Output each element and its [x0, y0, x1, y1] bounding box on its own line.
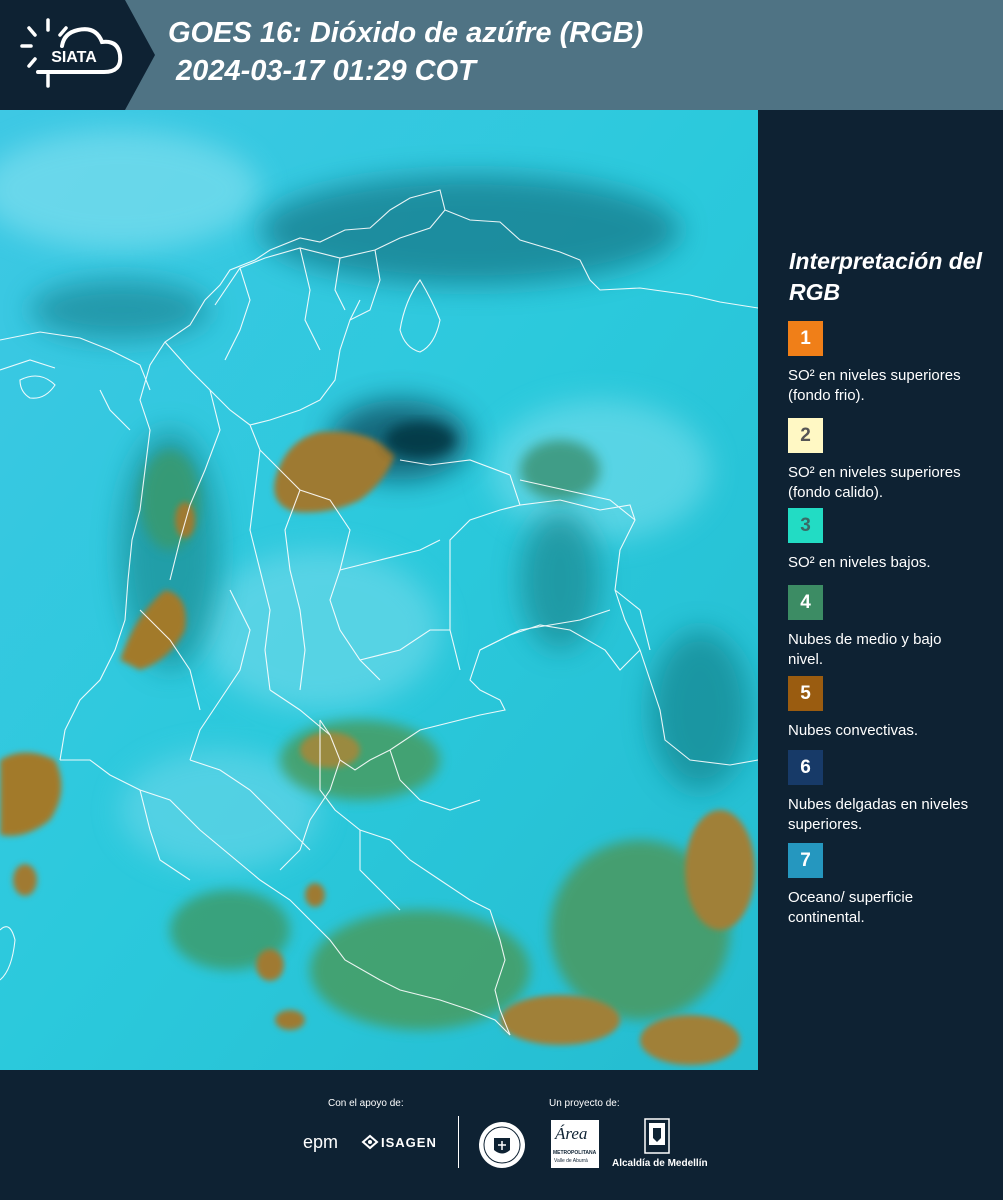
legend-item-5: 5 Nubes convectivas.	[788, 676, 988, 741]
support-label: Con el apoyo de:	[328, 1098, 404, 1109]
project-label: Un proyecto de:	[549, 1098, 620, 1109]
satellite-map	[0, 110, 758, 1070]
siata-logo-text: SIATA	[51, 49, 97, 66]
legend-swatch-7: 7	[788, 843, 823, 878]
alcaldia-shield-icon	[644, 1118, 670, 1159]
area-logo-text: Área	[555, 1124, 588, 1143]
legend-label-1: SO² en niveles superiores (fondo frio).	[788, 367, 961, 404]
siata-logo: SIATA	[0, 0, 155, 110]
alcaldia-label: Alcaldía de Medellín	[612, 1158, 708, 1169]
legend-item-7: 7 Oceano/ superficie continental.	[788, 843, 988, 928]
legend-panel: Interpretación del RGB 1 SO² en niveles …	[760, 110, 1003, 1070]
legend-label-2: SO² en niveles superiores (fondo calido)…	[788, 464, 961, 501]
legend-label-4: Nubes de medio y bajo nivel.	[788, 631, 942, 668]
legend-label-5: Nubes convectivas.	[788, 722, 919, 739]
epm-logo: epm	[303, 1132, 339, 1152]
header-bar: SIATA GOES 16: Dióxido de azúfre (RGB) 2…	[0, 0, 1003, 110]
legend-label-7: Oceano/ superficie continental.	[788, 889, 914, 926]
page-title: GOES 16: Dióxido de azúfre (RGB) 2024-03…	[168, 17, 644, 87]
legend-title: Interpretación del RGB	[789, 248, 982, 305]
legend-item-2: 2 SO² en niveles superiores (fondo calid…	[788, 418, 988, 503]
area-metropolitana-logo: Área METROPOLITANA Valle de Aburrá	[551, 1120, 599, 1168]
dark-plume	[385, 422, 455, 458]
isagen-logo-icon	[361, 1134, 379, 1155]
legend-label-6: Nubes delgadas en niveles superiores.	[788, 796, 969, 833]
medellin-seal-icon	[477, 1120, 527, 1175]
legend-swatch-6: 6	[788, 750, 823, 785]
legend-item-4: 4 Nubes de medio y bajo nivel.	[788, 585, 988, 670]
isagen-logo: ISAGEN	[381, 1135, 437, 1150]
area-logo-subtext2: Valle de Aburrá	[554, 1158, 588, 1164]
legend-swatch-1: 1	[788, 321, 823, 356]
legend-swatch-4: 4	[788, 585, 823, 620]
footer: Con el apoyo de: Un proyecto de: epm ISA…	[0, 1070, 1003, 1200]
legend-swatch-3: 3	[788, 508, 823, 543]
footer-divider	[458, 1116, 459, 1168]
legend-item-3: 3 SO² en niveles bajos.	[788, 508, 988, 573]
area-logo-subtext: METROPOLITANA	[553, 1150, 597, 1156]
legend-item-1: 1 SO² en niveles superiores (fondo frio)…	[788, 321, 988, 406]
legend-swatch-2: 2	[788, 418, 823, 453]
legend-item-6: 6 Nubes delgadas en niveles superiores.	[788, 750, 988, 835]
legend-label-3: SO² en niveles bajos.	[788, 554, 931, 571]
legend-swatch-5: 5	[788, 676, 823, 711]
